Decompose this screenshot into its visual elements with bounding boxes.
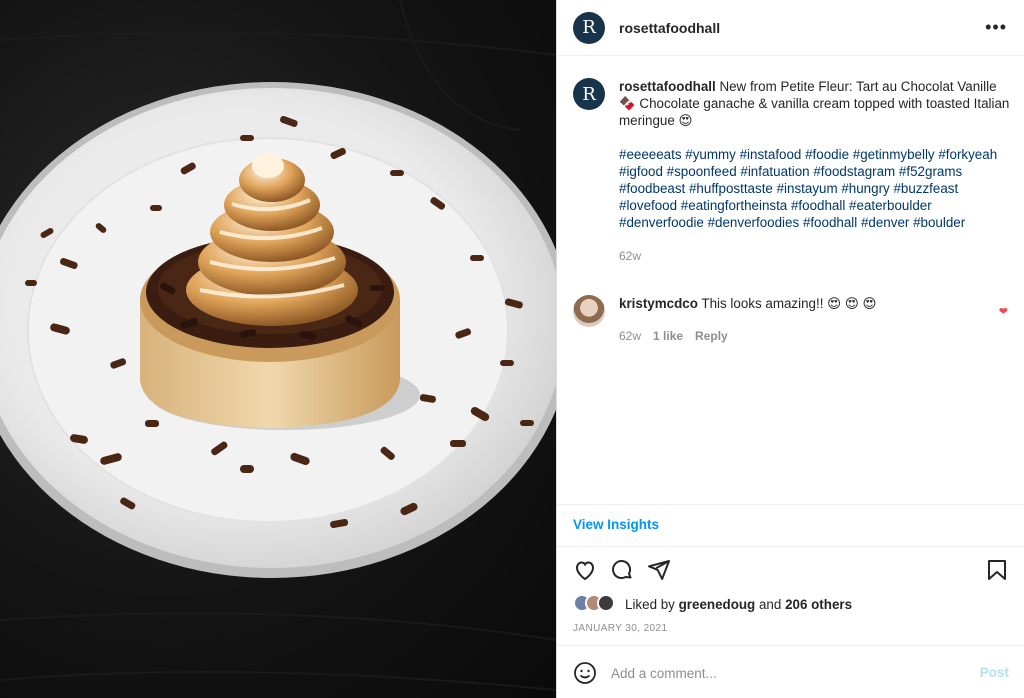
liked-by-user[interactable]: greenedoug <box>679 597 756 612</box>
liked-by-others[interactable]: 206 others <box>785 597 852 612</box>
divider <box>557 546 1024 547</box>
paper-plane-icon[interactable] <box>647 558 671 582</box>
bookmark-icon[interactable] <box>985 558 1009 582</box>
post-dialog: R rosettafoodhall ••• R rosettafoodhall … <box>0 0 1024 698</box>
liked-by-row: Liked by greenedoug and 206 others <box>573 594 852 614</box>
author-username[interactable]: rosettafoodhall <box>619 20 720 36</box>
caption-hashtags[interactable]: #eeeeeats #yummy #instafood #foodie #get… <box>619 146 1013 231</box>
comment-text: This looks amazing!! 😍 😍 😍 <box>697 296 877 311</box>
small-heart-icon[interactable]: ❤ <box>999 305 1008 318</box>
post-caption: R rosettafoodhall New from Petite Fleur:… <box>573 78 1013 265</box>
comment-reply-button[interactable]: Reply <box>695 327 728 345</box>
caption-body: rosettafoodhall New from Petite Fleur: T… <box>619 78 1013 265</box>
view-insights-link[interactable]: View Insights <box>573 517 659 532</box>
liker-avatars[interactable] <box>573 594 621 614</box>
comment-item: kristymcdco This looks amazing!! 😍 😍 😍 6… <box>573 295 1013 345</box>
tart-photo-illustration <box>0 0 556 691</box>
liked-by-prefix: Liked by <box>625 596 675 612</box>
post-actions-bar <box>573 558 1009 582</box>
post-header: R rosettafoodhall ••• <box>557 0 1024 56</box>
post-date[interactable]: JANUARY 30, 2021 <box>573 623 667 634</box>
post-details-panel: R rosettafoodhall ••• R rosettafoodhall … <box>556 0 1024 698</box>
caption-username[interactable]: rosettafoodhall <box>619 79 716 94</box>
comment-likes-count[interactable]: 1 like <box>653 327 683 345</box>
comment-timestamp[interactable]: 62w <box>619 327 641 345</box>
caption-timestamp[interactable]: 62w <box>619 248 1013 265</box>
emoji-smiley-icon[interactable] <box>573 661 597 685</box>
add-comment-row: Post <box>573 660 1009 686</box>
author-avatar[interactable]: R <box>573 11 605 44</box>
post-photo[interactable] <box>0 0 556 698</box>
comment-username[interactable]: kristymcdco <box>619 296 698 311</box>
divider <box>557 504 1024 505</box>
comment-meta: 62w 1 like Reply <box>619 327 979 345</box>
post-comment-button[interactable]: Post <box>980 665 1009 680</box>
more-options-icon[interactable]: ••• <box>985 18 1007 36</box>
liked-by-middle: and <box>758 596 782 612</box>
divider <box>557 645 1024 646</box>
add-comment-input[interactable] <box>611 665 951 681</box>
commenter-avatar[interactable] <box>573 295 605 327</box>
caption-author-avatar[interactable]: R <box>573 78 605 110</box>
comment-body: kristymcdco This looks amazing!! 😍 😍 😍 6… <box>619 295 979 345</box>
heart-icon[interactable] <box>573 558 597 582</box>
comment-bubble-icon[interactable] <box>610 558 634 582</box>
